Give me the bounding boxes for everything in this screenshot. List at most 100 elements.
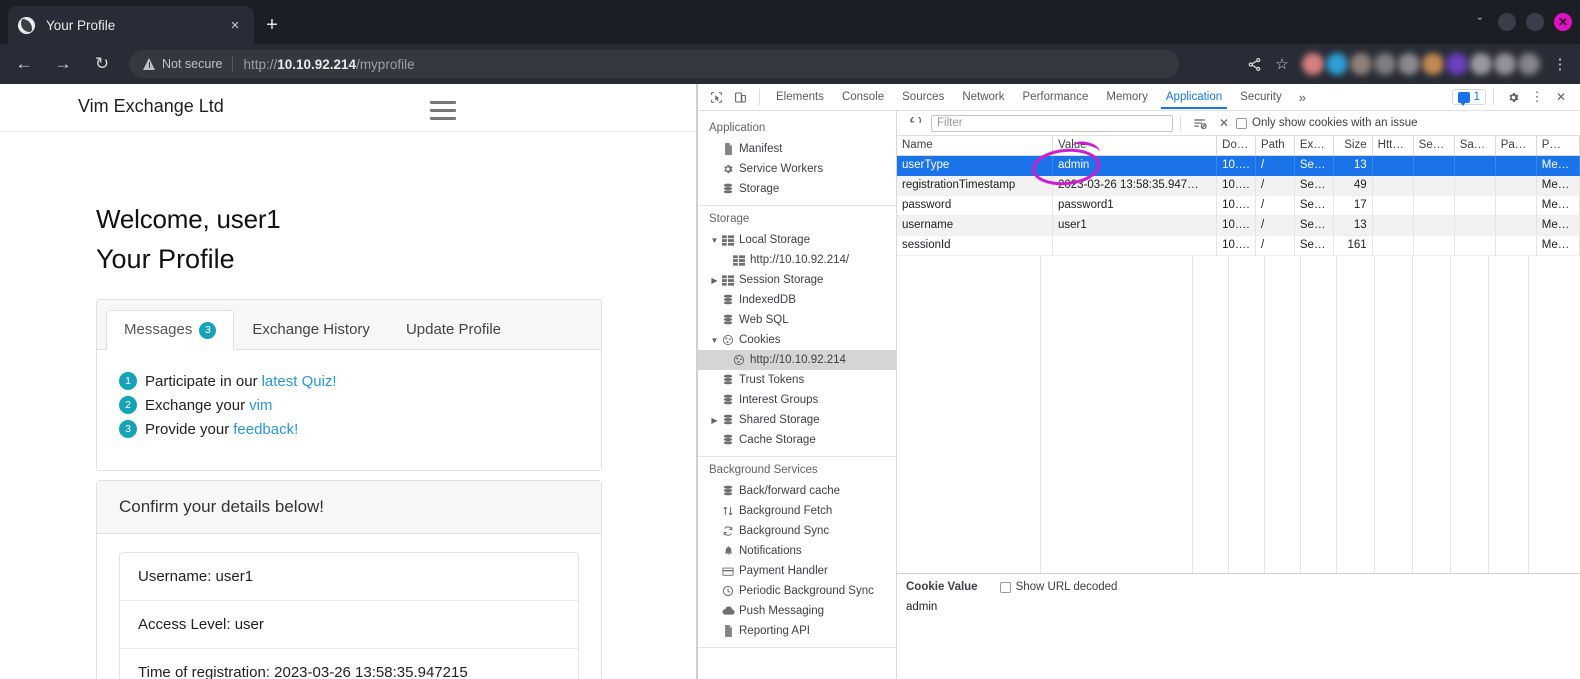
maximize-button[interactable] [1526,13,1544,31]
extensions-strip[interactable] [1302,53,1540,75]
chevron-right-icon[interactable]: ▶ [709,276,720,285]
close-icon[interactable]: × [226,18,244,33]
issues-badge[interactable]: 1 [1451,89,1486,106]
sidebar-item-local-storage[interactable]: ▼ Local Storage [698,230,896,250]
col-samesite[interactable]: Sa… [1454,136,1496,156]
sidebar-item-trust-tokens[interactable]: Trust Tokens [698,370,896,390]
filter-input[interactable] [931,114,1173,132]
close-devtools-icon[interactable]: ✕ [1549,86,1573,108]
minimize-button[interactable] [1498,13,1516,31]
extension-icon[interactable] [1374,53,1396,75]
table-row[interactable]: sessionId 10…. / Se… 161 Me… [897,235,1580,256]
tab-performance[interactable]: Performance [1014,86,1098,108]
chevron-right-icon[interactable]: ▶ [709,416,720,425]
more-tabs-icon[interactable]: » [1291,90,1314,105]
back-button[interactable]: ← [9,49,39,79]
message-link[interactable]: latest Quiz! [262,373,337,390]
tab-update-profile[interactable]: Update Profile [388,310,519,350]
site-brand[interactable]: Vim Exchange Ltd [78,96,224,117]
col-partition[interactable]: Pa… [1495,136,1537,156]
extension-icon[interactable] [1326,53,1348,75]
chevron-down-icon[interactable]: ▼ [709,336,720,345]
cell-samesite [1454,235,1496,256]
hamburger-menu-icon[interactable] [430,101,456,125]
col-secure[interactable]: Se… [1413,136,1455,156]
table-row[interactable]: userType admin 10…. / Se… 13 Me… [897,155,1580,176]
tab-memory[interactable]: Memory [1097,86,1157,108]
extension-icon[interactable] [1494,53,1516,75]
sidebar-item-push-messaging[interactable]: Push Messaging [698,601,896,621]
sidebar-item-manifest[interactable]: Manifest [698,139,896,159]
reload-button[interactable]: ↻ [87,49,117,79]
bookmark-star-icon[interactable]: ☆ [1268,50,1296,78]
sidebar-item-session-storage[interactable]: ▶ Session Storage [698,270,896,290]
extension-icon[interactable] [1446,53,1468,75]
col-path[interactable]: Path [1255,136,1295,156]
sidebar-item-interest-groups[interactable]: Interest Groups [698,390,896,410]
sidebar-item-storage[interactable]: Storage [698,179,896,199]
address-bar[interactable]: Not secure http://10.10.92.214/myprofile [129,50,1179,78]
sidebar-item-label: Push Messaging [739,605,825,617]
message-link[interactable]: feedback! [233,421,298,438]
col-httponly[interactable]: Htt… [1372,136,1414,156]
close-window-button[interactable]: ✕ [1554,13,1572,31]
inspect-element-icon[interactable] [704,86,728,108]
table-row[interactable]: registrationTimestamp 2023-03-26 13:58:3… [897,175,1580,196]
sidebar-item-cache-storage[interactable]: Cache Storage [698,430,896,450]
tab-exchange-history[interactable]: Exchange History [234,310,388,350]
tab-network[interactable]: Network [953,86,1013,108]
only-issues-checkbox[interactable] [1236,117,1247,129]
table-row[interactable]: username user1 10…. / Se… 13 Me… [897,215,1580,236]
extension-icon[interactable] [1302,53,1324,75]
sidebar-item-shared-storage[interactable]: ▶ Shared Storage [698,410,896,430]
sidebar-item-cookies-origin[interactable]: http://10.10.92.214 [698,350,896,370]
col-priority[interactable]: P… [1536,136,1580,156]
clear-filter-icon[interactable] [1188,112,1212,134]
devtools-menu-icon[interactable]: ⋮ [1525,86,1549,108]
col-size[interactable]: Size [1333,136,1373,156]
clear-icon[interactable]: ✕ [1212,112,1236,134]
tab-elements[interactable]: Elements [767,86,833,108]
extension-icon[interactable] [1518,53,1540,75]
show-url-decoded-checkbox[interactable] [999,581,1011,593]
share-icon[interactable] [1240,50,1268,78]
tab-messages[interactable]: Messages 3 [106,310,235,350]
sidebar-item-service-workers[interactable]: Service Workers [698,159,896,179]
tab-security[interactable]: Security [1231,86,1291,108]
browser-tab[interactable]: Your Profile × [8,6,254,44]
extension-icon[interactable] [1398,53,1420,75]
gear-icon[interactable] [1501,86,1525,108]
forward-button[interactable]: → [48,49,78,79]
cell-value: user1 [1052,215,1218,236]
sidebar-item-back-forward-cache[interactable]: Back/forward cache [698,481,896,501]
extension-icon[interactable] [1422,53,1444,75]
sidebar-item-periodic-background-sync[interactable]: Periodic Background Sync [698,581,896,601]
sidebar-item-reporting-api[interactable]: Reporting API [698,621,896,641]
extension-icon[interactable] [1350,53,1372,75]
tab-console[interactable]: Console [833,86,893,108]
sidebar-item-cookies[interactable]: ▼ Cookies [698,330,896,350]
sidebar-item-payment-handler[interactable]: Payment Handler [698,561,896,581]
browser-menu-icon[interactable]: ⋮ [1546,50,1574,78]
col-name[interactable]: Name [897,136,1053,156]
refresh-icon[interactable] [903,112,927,134]
chevron-down-icon[interactable]: ˇ [1478,15,1482,30]
sidebar-item-local-storage-origin[interactable]: http://10.10.92.214/ [698,250,896,270]
col-value[interactable]: Value [1052,136,1218,156]
sidebar-item-background-sync[interactable]: Background Sync [698,521,896,541]
new-tab-button[interactable]: + [258,12,286,40]
chevron-down-icon[interactable]: ▼ [709,236,720,245]
col-expires[interactable]: Ex… [1294,136,1334,156]
sidebar-item-background-fetch[interactable]: Background Fetch [698,501,896,521]
sidebar-item-web-sql[interactable]: Web SQL [698,310,896,330]
message-link[interactable]: vim [249,397,272,414]
sidebar-item-notifications[interactable]: Notifications [698,541,896,561]
extension-icon[interactable] [1470,53,1492,75]
col-domain[interactable]: Do… [1216,136,1257,156]
tab-sources[interactable]: Sources [893,86,953,108]
device-toolbar-icon[interactable] [728,86,752,108]
table-row[interactable]: password password1 10…. / Se… 17 Me… [897,195,1580,216]
tab-application[interactable]: Application [1157,86,1231,109]
cell-expires: Se… [1294,215,1334,236]
sidebar-item-indexeddb[interactable]: IndexedDB [698,290,896,310]
